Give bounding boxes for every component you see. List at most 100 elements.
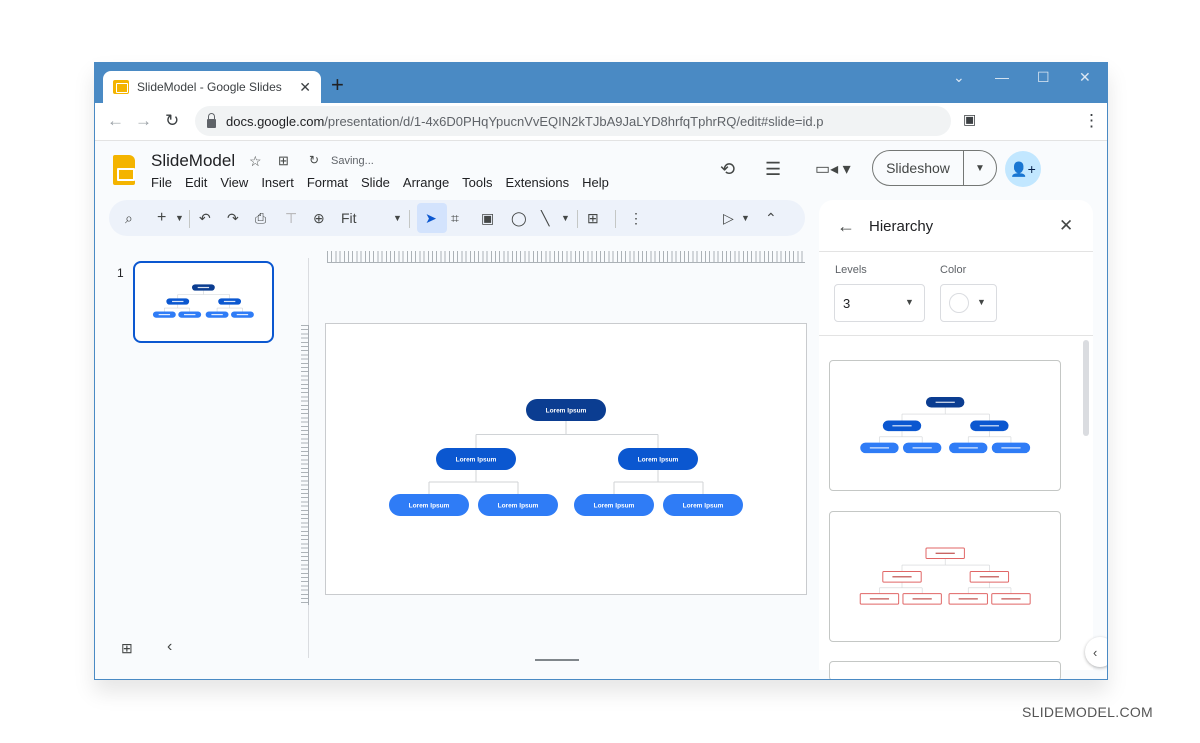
- org-node-label: [197, 286, 210, 289]
- menu-help[interactable]: Help: [582, 175, 616, 190]
- hierarchy-diagram[interactable]: Lorem Ipsum Lorem Ipsum Lorem Ipsum Lorem I…: [326, 324, 806, 594]
- redo-icon[interactable]: ↷: [227, 209, 239, 227]
- template-card-filled[interactable]: [829, 360, 1061, 491]
- more-options-icon[interactable]: ⋮: [629, 209, 643, 227]
- template-card-next[interactable]: [829, 661, 1061, 679]
- panel-divider: [819, 251, 1093, 252]
- print-icon[interactable]: ⎙: [255, 209, 266, 227]
- org-node-label: [912, 447, 932, 449]
- menu-tools[interactable]: Tools: [462, 175, 499, 190]
- collapse-toolbar-icon[interactable]: ⌃: [765, 209, 777, 227]
- org-node-label: [1001, 447, 1021, 449]
- template-card-outlined[interactable]: [829, 511, 1061, 642]
- slideshow-label[interactable]: Slideshow: [873, 151, 964, 185]
- image-icon[interactable]: ▣: [481, 209, 494, 227]
- browser-menu-icon[interactable]: ⋮: [1083, 111, 1100, 131]
- org-node-label: [892, 425, 912, 427]
- search-menus-icon[interactable]: ⌕: [125, 209, 133, 227]
- zoom-select[interactable]: Fit: [341, 209, 357, 227]
- tab-search-icon[interactable]: ⌄: [953, 69, 965, 86]
- org-node-label: [184, 313, 196, 316]
- org-node-label: Lorem Ipsum: [456, 457, 497, 464]
- org-node-label: [869, 447, 890, 449]
- share-button[interactable]: 👤+: [1005, 151, 1041, 187]
- thumbnail-diagram: [152, 284, 254, 318]
- version-history-icon[interactable]: ⟲: [720, 159, 735, 180]
- slide-thumbnail[interactable]: [133, 261, 274, 343]
- comment-add-icon[interactable]: ⊞: [587, 209, 599, 227]
- sync-status-icon: ↻: [309, 153, 320, 167]
- line-dropdown-icon[interactable]: ▼: [561, 209, 570, 227]
- org-node-label: [912, 598, 932, 600]
- move-folder-icon[interactable]: ⊞: [278, 153, 289, 169]
- tab-close-icon[interactable]: ✕: [299, 79, 311, 96]
- lock-icon: [207, 112, 216, 128]
- chevron-down-icon: ▼: [977, 297, 986, 307]
- org-node-label: Lorem Ipsum: [546, 408, 587, 415]
- color-dropdown[interactable]: ▼: [940, 284, 997, 322]
- save-status: Saving...: [331, 155, 374, 167]
- menu-slide[interactable]: Slide: [361, 175, 397, 190]
- org-node-label: Lorem Ipsum: [409, 503, 450, 510]
- select-icon[interactable]: ➤: [425, 209, 437, 227]
- menu-bar: File Edit View Insert Format Slide Arran…: [151, 175, 622, 190]
- slides-logo-icon[interactable]: [113, 155, 135, 185]
- meet-icon[interactable]: ▭◂ ▾: [815, 159, 851, 179]
- levels-dropdown[interactable]: 3 ▼: [834, 284, 925, 322]
- template-preview: [860, 397, 1031, 454]
- chevron-down-icon: ▼: [905, 297, 914, 307]
- menu-insert[interactable]: Insert: [261, 175, 301, 190]
- menu-edit[interactable]: Edit: [185, 175, 214, 190]
- side-panel-icon[interactable]: ▣: [963, 111, 976, 128]
- close-window-button[interactable]: ✕: [1079, 69, 1091, 86]
- hierarchy-panel: ← Hierarchy ✕ Levels 3 ▼ Color ▼: [819, 200, 1093, 679]
- menu-file[interactable]: File: [151, 175, 179, 190]
- grid-view-icon[interactable]: ⊞: [121, 640, 133, 657]
- new-tab-button[interactable]: +: [331, 73, 344, 97]
- org-node-label: [979, 425, 999, 427]
- url-host: docs.google.com: [226, 113, 325, 129]
- slideshow-dropdown-icon[interactable]: ▼: [964, 163, 996, 174]
- side-panel-toggle[interactable]: ‹: [1085, 637, 1107, 667]
- browser-window: SlideModel - Google Slides ✕ + ⌄ — ☐ ✕ ←…: [94, 62, 1108, 680]
- collapse-filmstrip-icon[interactable]: ‹: [167, 638, 172, 656]
- undo-icon[interactable]: ↶: [199, 209, 211, 227]
- new-slide-icon[interactable]: +: [157, 209, 166, 227]
- zoom-dropdown-icon[interactable]: ▼: [393, 209, 402, 227]
- maximize-button[interactable]: ☐: [1037, 69, 1050, 86]
- star-icon[interactable]: ☆: [249, 153, 262, 170]
- canvas-scroll-handle[interactable]: [535, 659, 579, 661]
- url-input[interactable]: docs.google.com/presentation/d/1-4x6D0PH…: [195, 106, 951, 136]
- minimize-button[interactable]: —: [995, 69, 1009, 85]
- forward-button[interactable]: →: [135, 111, 152, 131]
- levels-label: Levels: [835, 264, 867, 276]
- panel-divider: [819, 335, 1093, 336]
- slideshow-button[interactable]: Slideshow ▼: [872, 150, 997, 186]
- comments-icon[interactable]: ☰: [765, 159, 781, 180]
- menu-view[interactable]: View: [220, 175, 255, 190]
- back-button[interactable]: ←: [107, 111, 124, 131]
- pointer-dropdown-icon[interactable]: ▼: [741, 209, 750, 227]
- panel-title: Hierarchy: [869, 218, 934, 235]
- close-icon[interactable]: ✕: [1059, 216, 1073, 236]
- browser-tab[interactable]: SlideModel - Google Slides ✕: [103, 71, 321, 103]
- menu-extensions[interactable]: Extensions: [506, 175, 577, 190]
- zoom-icon[interactable]: ⊕: [313, 209, 325, 227]
- pointer-icon[interactable]: ▷: [723, 209, 734, 227]
- menu-format[interactable]: Format: [307, 175, 355, 190]
- document-title[interactable]: SlideModel: [151, 151, 235, 171]
- org-node-label: [1001, 598, 1021, 600]
- browser-titlebar: SlideModel - Google Slides ✕ + ⌄ — ☐ ✕: [95, 63, 1107, 103]
- panel-scrollbar[interactable]: [1083, 340, 1089, 436]
- line-icon[interactable]: ╲: [541, 209, 549, 227]
- paint-format-icon[interactable]: ⊤: [285, 209, 297, 227]
- back-arrow-icon[interactable]: ←: [837, 216, 855, 237]
- new-slide-dropdown-icon[interactable]: ▼: [175, 209, 184, 227]
- filmstrip: 1 ⊞ ‹: [95, 248, 305, 678]
- shape-icon[interactable]: ◯: [511, 209, 527, 227]
- menu-arrange[interactable]: Arrange: [403, 175, 456, 190]
- slide-canvas[interactable]: Lorem Ipsum Lorem Ipsum Lorem Ipsum Lorem I…: [325, 323, 807, 595]
- reload-button[interactable]: ↻: [165, 111, 179, 131]
- text-box-icon[interactable]: ⌗: [451, 209, 459, 227]
- toolbar-divider: [615, 210, 616, 228]
